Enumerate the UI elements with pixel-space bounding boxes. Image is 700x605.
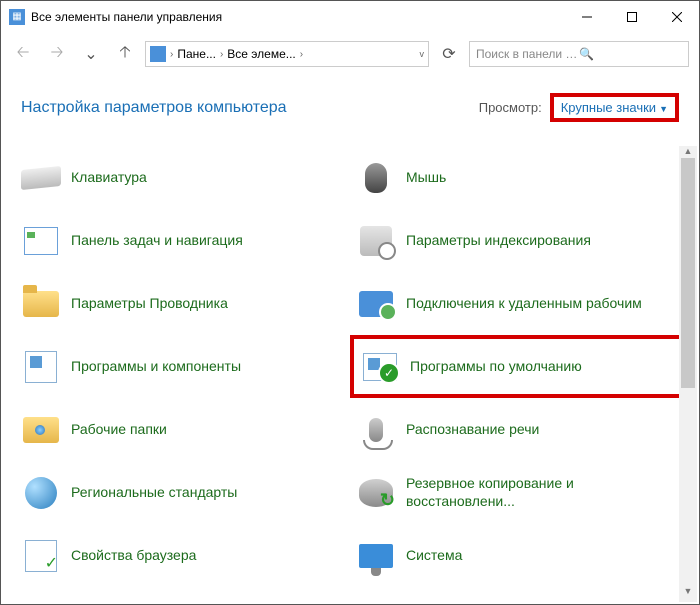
close-button[interactable] bbox=[654, 2, 699, 32]
control-panel-item[interactable]: Параметры Проводника bbox=[15, 272, 350, 335]
keyboard-icon bbox=[21, 158, 61, 198]
forward-button: 🡢 bbox=[43, 40, 71, 68]
control-panel-item[interactable]: Подключения к удаленным рабочим bbox=[350, 272, 685, 335]
item-label: Мышь bbox=[406, 169, 446, 187]
item-label: Программы по умолчанию bbox=[410, 358, 582, 376]
system-icon bbox=[356, 536, 396, 576]
address-bar: 🡠 🡢 ⌄ 🡡 › Пане... › Все элеме... › v ⟳ П… bbox=[1, 33, 699, 75]
control-panel-item[interactable]: Программы и компоненты bbox=[15, 335, 350, 398]
work-folders-icon bbox=[21, 410, 61, 450]
control-panel-item[interactable]: Программы по умолчанию bbox=[350, 335, 685, 398]
region-icon bbox=[21, 473, 61, 513]
window-title: Все элементы панели управления bbox=[31, 10, 564, 24]
control-panel-item[interactable]: Рабочие папки bbox=[15, 398, 350, 461]
item-label: Параметры Проводника bbox=[71, 295, 228, 313]
item-label: Подключения к удаленным рабочим bbox=[406, 295, 642, 313]
item-label: Система bbox=[406, 547, 462, 565]
explorer-options-icon bbox=[21, 284, 61, 324]
programs-features-icon bbox=[21, 347, 61, 387]
mouse-icon bbox=[356, 158, 396, 198]
control-panel-item[interactable]: Региональные стандарты bbox=[15, 461, 350, 524]
remote-desktop-icon bbox=[356, 284, 396, 324]
control-panel-item[interactable]: Параметры индексирования bbox=[350, 209, 685, 272]
chevron-right-icon[interactable]: › bbox=[300, 49, 303, 60]
chevron-right-icon[interactable]: › bbox=[220, 49, 223, 60]
control-panel-item[interactable]: Распознавание речи bbox=[350, 398, 685, 461]
scrollbar[interactable]: ▲ ▼ bbox=[679, 146, 697, 602]
minimize-button[interactable] bbox=[564, 2, 609, 32]
search-placeholder: Поиск в панели управле... bbox=[476, 47, 579, 61]
item-label: Параметры индексирования bbox=[406, 232, 591, 250]
chevron-right-icon[interactable]: › bbox=[170, 49, 173, 60]
back-button[interactable]: 🡠 bbox=[9, 40, 37, 68]
speech-icon bbox=[356, 410, 396, 450]
view-select[interactable]: Крупные значки▼ bbox=[550, 93, 679, 122]
page-title: Настройка параметров компьютера bbox=[21, 99, 479, 117]
control-panel-item[interactable]: Свойства браузера bbox=[15, 524, 350, 587]
item-label: Панель задач и навигация bbox=[71, 232, 243, 250]
default-programs-icon bbox=[360, 347, 400, 387]
item-label: Рабочие папки bbox=[71, 421, 167, 439]
control-panel-item[interactable]: Резервное копирование и восстановлени... bbox=[350, 461, 685, 524]
control-panel-icon bbox=[150, 46, 166, 62]
search-input[interactable]: Поиск в панели управле... 🔍 bbox=[469, 41, 689, 67]
window-icon: ▦ bbox=[9, 9, 25, 25]
up-button[interactable]: 🡡 bbox=[111, 40, 139, 68]
scroll-thumb[interactable] bbox=[681, 158, 695, 388]
titlebar: ▦ Все элементы панели управления bbox=[1, 1, 699, 33]
breadcrumb-segment[interactable]: Пане... bbox=[177, 47, 216, 61]
maximize-button[interactable] bbox=[609, 2, 654, 32]
item-label: Распознавание речи bbox=[406, 421, 539, 439]
item-label: Клавиатура bbox=[71, 169, 147, 187]
scroll-down-button[interactable]: ▼ bbox=[679, 586, 697, 602]
control-panel-item[interactable]: Мышь bbox=[350, 146, 685, 209]
address-dropdown-icon[interactable]: v bbox=[420, 49, 425, 59]
indexing-icon bbox=[356, 221, 396, 261]
backup-restore-icon bbox=[356, 473, 396, 513]
browser-properties-icon bbox=[21, 536, 61, 576]
item-label: Резервное копирование и восстановлени... bbox=[406, 475, 679, 510]
refresh-button[interactable]: ⟳ bbox=[435, 44, 463, 64]
view-selected: Крупные значки bbox=[561, 100, 656, 115]
recent-chevron-icon[interactable]: ⌄ bbox=[77, 40, 105, 68]
item-label: Программы и компоненты bbox=[71, 358, 241, 376]
heading-row: Настройка параметров компьютера Просмотр… bbox=[1, 75, 699, 130]
item-label: Региональные стандарты bbox=[71, 484, 237, 502]
view-label: Просмотр: bbox=[479, 100, 542, 115]
control-panel-item[interactable]: Панель задач и навигация bbox=[15, 209, 350, 272]
item-label: Свойства браузера bbox=[71, 547, 196, 565]
taskbar-icon bbox=[21, 221, 61, 261]
breadcrumb-segment[interactable]: Все элеме... bbox=[227, 47, 295, 61]
search-icon[interactable]: 🔍 bbox=[579, 47, 682, 61]
chevron-down-icon: ▼ bbox=[659, 104, 668, 114]
content-area: Клавиатура Мышь Панель задач и навигация Па… bbox=[3, 146, 697, 602]
control-panel-item[interactable]: Система bbox=[350, 524, 685, 587]
control-panel-item[interactable]: Клавиатура bbox=[15, 146, 350, 209]
breadcrumb[interactable]: › Пане... › Все элеме... › v bbox=[145, 41, 429, 67]
